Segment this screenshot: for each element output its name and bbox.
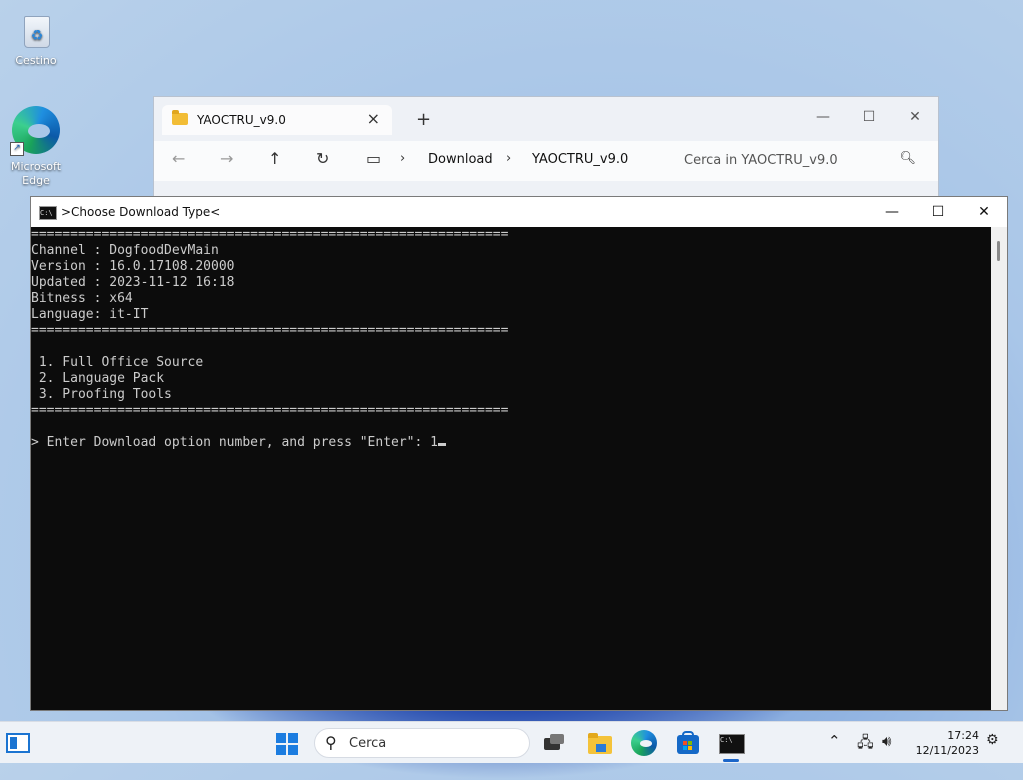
up-icon[interactable]: ↑ <box>268 149 281 168</box>
taskbar-search-label: Cerca <box>349 736 387 751</box>
console-line: 2. Language Pack <box>38 371 165 386</box>
file-explorer-window[interactable]: YAOCTRU_v9.0 × + — ☐ ✕ ← → ↑ ↻ ▭ › Downl… <box>153 96 939 208</box>
explorer-tab[interactable]: YAOCTRU_v9.0 × <box>162 105 392 135</box>
close-button[interactable]: ✕ <box>961 197 1007 227</box>
this-pc-icon[interactable]: ▭ <box>366 149 381 168</box>
desktop-icon-label: Microsoft Edge <box>10 160 62 187</box>
maximize-button[interactable]: ☐ <box>846 103 892 131</box>
console-text: ========================================… <box>31 227 991 435</box>
scrollbar-thumb[interactable] <box>997 241 1000 261</box>
edge-icon: ↗ <box>10 104 62 156</box>
explorer-tab-title: YAOCTRU_v9.0 <box>197 113 286 127</box>
scrollbar[interactable] <box>991 227 1007 710</box>
clock[interactable]: 17:24 12/11/2023 <box>913 728 979 758</box>
file-explorer-icon[interactable] <box>587 730 613 756</box>
console-prompt: > Enter Download option number, and pres… <box>31 435 438 450</box>
terminal-icon[interactable]: C:\ <box>718 730 745 756</box>
console-line: Version : 16.0.17108.20000 <box>31 259 235 274</box>
cmd-icon: C:\ <box>39 206 57 220</box>
network-icon[interactable]: 🖧 <box>857 732 874 757</box>
console-line: 1. Full Office Source <box>38 355 204 370</box>
search-icon: ⚲ <box>325 733 337 752</box>
new-tab-button[interactable]: + <box>416 109 431 130</box>
console-line: ========================================… <box>31 403 509 418</box>
console-line: Updated : 2023-11-12 16:18 <box>31 275 235 290</box>
desktop-icon-label: Cestino <box>15 54 57 67</box>
clock-time: 17:24 <box>947 729 979 742</box>
console-title-bar[interactable]: C:\ >Choose Download Type< — ☐ ✕ <box>31 197 1007 227</box>
console-line: Channel : DogfoodDevMain <box>31 243 219 258</box>
desktop-icon-edge[interactable]: ↗ Microsoft Edge <box>1 104 71 188</box>
console-line: 3. Proofing Tools <box>38 387 172 402</box>
chevron-right-icon: › <box>400 151 406 166</box>
back-icon[interactable]: ← <box>172 149 185 168</box>
console-prompt-line[interactable]: > Enter Download option number, and pres… <box>31 435 991 451</box>
volume-icon[interactable]: 🔊︎ <box>882 732 891 750</box>
console-line: Language: it-IT <box>31 307 149 322</box>
edge-icon[interactable] <box>631 730 657 756</box>
widgets-icon[interactable] <box>6 733 30 753</box>
taskbar: ⚲ Cerca C:\ ⌃ 🖧 🔊︎ 17:24 12/11/2023 ⚙ <box>0 721 1023 763</box>
close-button[interactable]: ✕ <box>892 103 938 131</box>
folder-icon <box>172 110 188 125</box>
desktop-icon-recycle-bin[interactable]: ♻ Cestino <box>1 10 71 68</box>
minimize-button[interactable]: — <box>800 103 846 131</box>
close-tab-icon[interactable]: × <box>367 109 380 128</box>
taskbar-search-box[interactable]: ⚲ Cerca <box>314 728 530 758</box>
text-cursor <box>438 443 446 446</box>
console-title: >Choose Download Type< <box>61 205 221 219</box>
console-line: ========================================… <box>31 323 509 338</box>
start-button[interactable] <box>276 733 298 755</box>
store-icon[interactable] <box>675 730 701 756</box>
task-view-icon[interactable] <box>540 730 566 756</box>
explorer-address-bar: ← → ↑ ↻ ▭ › Download › YAOCTRU_v9.0 Cerc… <box>154 141 938 181</box>
search-placeholder: Cerca in YAOCTRU_v9.0 <box>684 153 838 168</box>
console-window[interactable]: C:\ >Choose Download Type< — ☐ ✕ =======… <box>30 196 1008 711</box>
console-line: ========================================… <box>31 227 509 242</box>
minimize-button[interactable]: — <box>869 197 915 227</box>
breadcrumb-download[interactable]: Download <box>428 152 493 167</box>
explorer-search-input[interactable]: Cerca in YAOCTRU_v9.0 🔍︎ <box>672 147 928 175</box>
forward-icon[interactable]: → <box>220 149 233 168</box>
console-line: Bitness : x64 <box>31 291 133 306</box>
chevron-right-icon: › <box>506 151 512 166</box>
breadcrumb-current[interactable]: YAOCTRU_v9.0 <box>532 152 628 167</box>
notification-icon[interactable]: ⚙ <box>986 732 999 748</box>
refresh-icon[interactable]: ↻ <box>316 149 329 168</box>
maximize-button[interactable]: ☐ <box>915 197 961 227</box>
clock-date: 12/11/2023 <box>915 744 979 757</box>
console-output[interactable]: ========================================… <box>31 227 991 710</box>
recycle-bin-icon: ♻ <box>16 10 56 50</box>
chevron-up-icon[interactable]: ⌃ <box>828 732 841 750</box>
search-icon: 🔍︎ <box>899 151 916 166</box>
